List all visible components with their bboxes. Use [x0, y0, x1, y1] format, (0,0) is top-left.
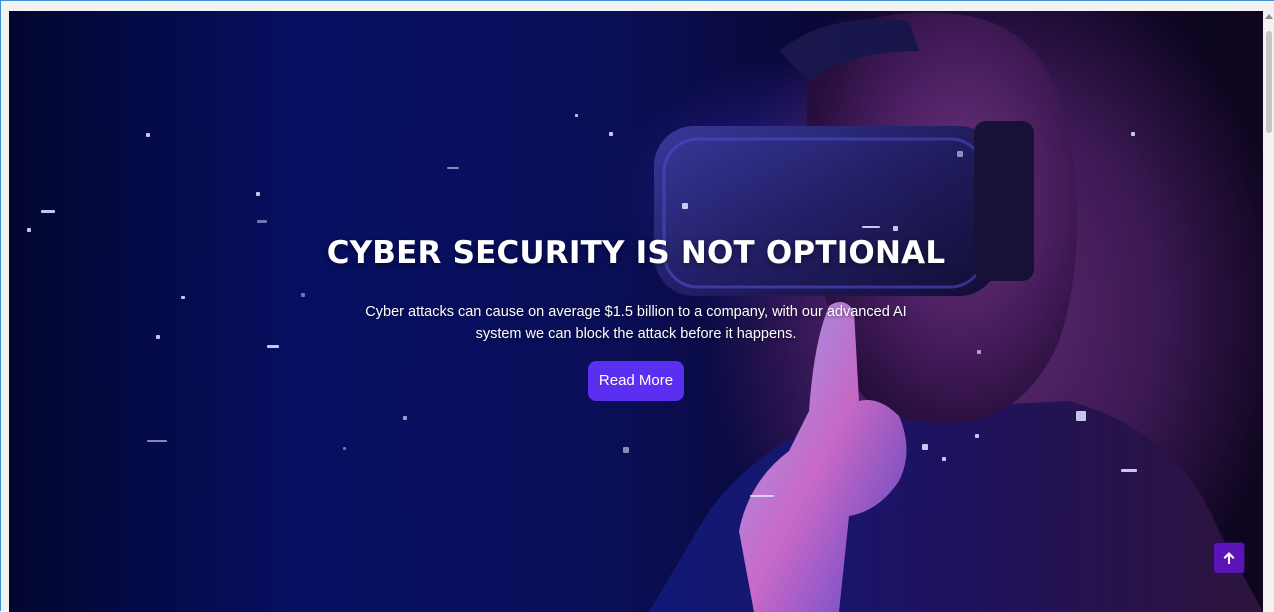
hero-title: CYBER SECURITY IS NOT OPTIONAL: [326, 235, 946, 271]
particle: [256, 192, 260, 196]
particle: [575, 114, 578, 117]
particle: [257, 220, 267, 223]
back-to-top-button[interactable]: [1213, 542, 1245, 574]
hero-content: CYBER SECURITY IS NOT OPTIONAL Cyber att…: [9, 235, 1263, 401]
particle: [975, 434, 979, 438]
particle: [1131, 132, 1135, 136]
particle: [862, 226, 880, 228]
particle: [1121, 469, 1137, 472]
particle: [957, 151, 963, 157]
particle: [623, 447, 629, 453]
particle: [447, 167, 459, 169]
arrow-up-icon: [1223, 552, 1235, 564]
particle: [750, 495, 774, 497]
particle: [942, 457, 946, 461]
browser-viewport: CYBER SECURITY IS NOT OPTIONAL Cyber att…: [0, 0, 1274, 612]
particle: [27, 228, 31, 232]
particle: [41, 210, 55, 213]
particle: [893, 226, 898, 231]
hero-description: Cyber attacks can cause on average $1.5 …: [365, 304, 907, 342]
particle: [147, 440, 167, 442]
particle: [609, 132, 613, 136]
particle: [682, 203, 688, 209]
scroll-up-arrow-icon[interactable]: [1265, 14, 1273, 19]
particle: [403, 416, 407, 420]
particle: [146, 133, 150, 137]
particle: [922, 444, 928, 450]
vertical-scrollbar[interactable]: [1263, 11, 1274, 612]
scrollbar-thumb[interactable]: [1266, 31, 1272, 133]
hero-section: CYBER SECURITY IS NOT OPTIONAL Cyber att…: [9, 11, 1263, 612]
particle: [1076, 411, 1086, 421]
read-more-button[interactable]: Read More: [587, 361, 685, 401]
particle: [343, 447, 346, 450]
